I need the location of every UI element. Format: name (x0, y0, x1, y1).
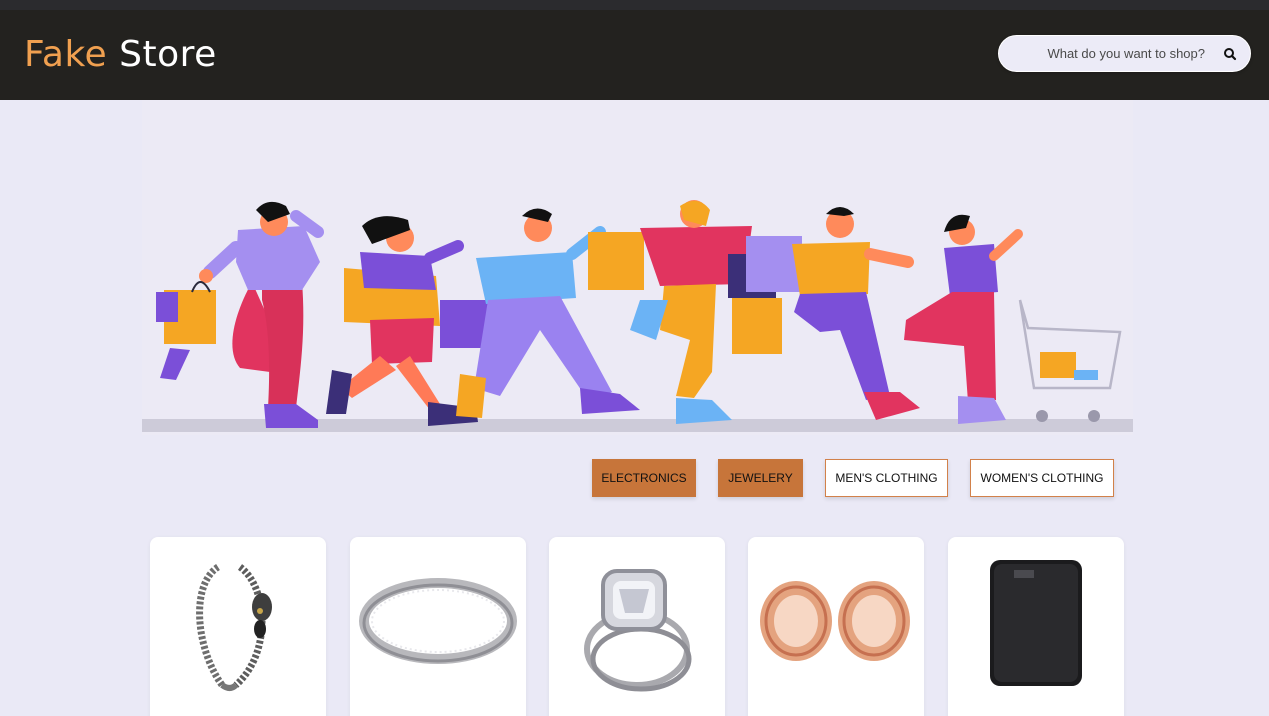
logo-word-store: Store (119, 34, 217, 75)
product-card[interactable] (150, 537, 326, 716)
hero-illustration (142, 100, 1133, 435)
search-bar (998, 35, 1251, 72)
filter-mens-clothing-button[interactable]: MEN'S CLOTHING (825, 459, 948, 497)
search-input[interactable] (1017, 36, 1205, 71)
product-card[interactable] (549, 537, 725, 716)
diamond-ring-set-image (584, 569, 692, 692)
filter-jewelery-button[interactable]: JEWELERY (718, 459, 803, 497)
product-card[interactable] (748, 537, 924, 716)
dragon-chain-bracelet-image (196, 564, 272, 691)
external-hard-drive-image (990, 560, 1082, 686)
silver-band-ring-image (359, 578, 517, 664)
browser-top-strip (0, 0, 1269, 10)
filter-electronics-button[interactable]: ELECTRONICS (592, 459, 696, 497)
search-icon[interactable] (1220, 44, 1240, 64)
site-header: Fake Store (0, 10, 1269, 100)
rose-gold-ear-plugs-image (760, 581, 910, 661)
store-logo[interactable]: Fake Store (24, 34, 217, 75)
product-card[interactable] (948, 537, 1124, 716)
filter-womens-clothing-button[interactable]: WOMEN'S CLOTHING (970, 459, 1114, 497)
logo-word-fake: Fake (24, 34, 108, 75)
product-card[interactable] (350, 537, 526, 716)
category-filter-bar: ELECTRONICS JEWELERY MEN'S CLOTHING WOME… (0, 459, 1269, 499)
